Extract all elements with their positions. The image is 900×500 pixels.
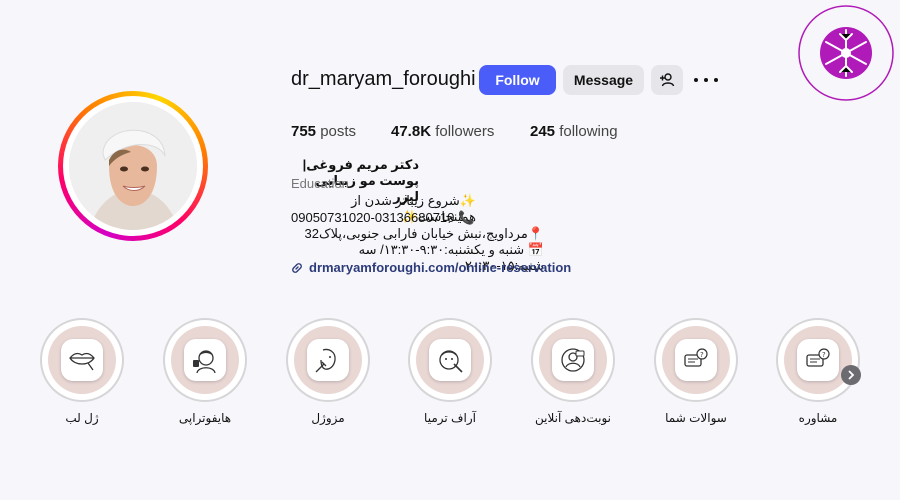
avatar-illustration — [69, 102, 197, 230]
bio-link-text: drmaryamforoughi.com/online-reservation — [309, 260, 572, 275]
highlight-label: آراف ترمیا — [424, 411, 476, 425]
posts-count: 755 — [291, 123, 317, 140]
highlight-hifu[interactable]: هایفوتراپی — [163, 318, 247, 425]
following-count: 245 — [530, 123, 556, 140]
highlight-label: نوبت‌دهی آنلاین — [535, 411, 611, 425]
chat-question-icon: ? — [806, 348, 830, 367]
highlights-next-button[interactable] — [841, 365, 861, 385]
bio-phone-text: 09050731020-03136680710 — [291, 210, 455, 225]
face-injection-icon — [315, 348, 336, 373]
face-treatment-icon — [193, 350, 216, 374]
followers-count: 47.8K — [391, 123, 432, 140]
avatar[interactable] — [69, 102, 197, 230]
highlight-ring — [40, 318, 124, 402]
more-options-button[interactable] — [694, 70, 718, 90]
follow-button[interactable]: Follow — [479, 65, 556, 95]
highlight-cover — [416, 326, 484, 394]
profile-username: dr_maryam_foroughi — [291, 68, 476, 90]
highlight-rf-therma[interactable]: آراف ترمیا — [408, 318, 492, 425]
avatar-border — [63, 96, 203, 236]
highlight-cover — [171, 326, 239, 394]
highlight-label: سوالات شما — [665, 411, 727, 425]
posts-label: posts — [320, 123, 357, 140]
support-agent-icon — [561, 348, 585, 372]
highlight-cover — [539, 326, 607, 394]
chat-question-icon: ? — [684, 348, 708, 367]
highlight-cover: ? — [784, 326, 852, 394]
message-button[interactable]: Message — [563, 65, 644, 95]
add-user-icon — [660, 73, 675, 87]
highlight-ring — [408, 318, 492, 402]
highlight-card — [307, 339, 349, 381]
more-dot-icon — [694, 78, 698, 82]
svg-text:?: ? — [700, 351, 704, 359]
highlight-lip-filler[interactable]: ژل لب — [40, 318, 124, 425]
followers-label: followers — [435, 123, 495, 140]
highlight-online-booking[interactable]: نوبت‌دهی آنلاین — [531, 318, 615, 425]
profile-avatar-ring[interactable] — [58, 91, 208, 241]
highlight-ring — [163, 318, 247, 402]
posts-stat: 755 posts — [291, 123, 356, 140]
bio-website-link[interactable]: drmaryamforoughi.com/online-reservation — [291, 260, 571, 275]
highlight-card — [429, 339, 471, 381]
highlight-ring — [286, 318, 370, 402]
following-label: following — [559, 123, 618, 140]
pin-icon: 📍 — [527, 226, 544, 241]
bio-address-text: مرداویج،نبش خیابان فارابی جنوبی،پلاک32 — [304, 226, 528, 241]
snowflake-logo-icon — [798, 5, 894, 101]
highlight-mesogel[interactable]: مزوژل — [286, 318, 370, 425]
highlight-card: ? — [797, 339, 839, 381]
add-user-button[interactable] — [651, 65, 683, 95]
highlight-label: مشاوره — [798, 411, 838, 425]
highlight-card — [184, 339, 226, 381]
face-rf-icon — [439, 350, 463, 373]
highlight-ring: ? — [776, 318, 860, 402]
lips-icon — [69, 352, 95, 371]
highlight-cover — [294, 326, 362, 394]
highlight-card — [552, 339, 594, 381]
highlight-cover: ? — [662, 326, 730, 394]
highlight-ring — [531, 318, 615, 402]
highlight-cover — [48, 326, 116, 394]
following-stat[interactable]: 245 following — [530, 123, 618, 140]
phone-icon: 📞 — [458, 210, 475, 225]
bio-line-address: 📍مرداویج،نبش خیابان فارابی جنوبی،پلاک32 — [291, 226, 544, 242]
chevron-right-icon — [848, 370, 855, 380]
link-icon — [292, 262, 302, 273]
highlight-card: ? — [675, 339, 717, 381]
highlight-card — [61, 339, 103, 381]
bio-line-phone: 09050731020-03136680710 📞 — [291, 210, 476, 226]
highlight-label: هایفوتراپی — [178, 411, 232, 425]
svg-text:?: ? — [822, 351, 826, 359]
highlight-label: ژل لب — [65, 411, 99, 425]
highlight-ring: ? — [654, 318, 738, 402]
more-dot-icon — [714, 78, 718, 82]
more-dot-icon — [704, 78, 708, 82]
watermark-logo — [797, 4, 895, 102]
highlight-your-questions[interactable]: ? سوالات شما — [654, 318, 738, 425]
highlight-label: مزوژل — [311, 411, 345, 425]
followers-stat[interactable]: 47.8K followers — [391, 123, 494, 140]
bio-category: Education — [291, 176, 349, 191]
calendar-icon: 📅 — [527, 242, 544, 257]
